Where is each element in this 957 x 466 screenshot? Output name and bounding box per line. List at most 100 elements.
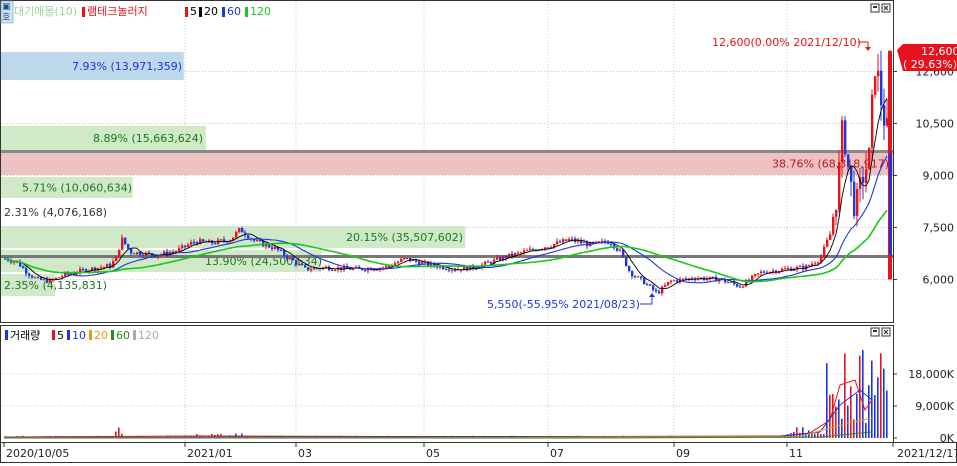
price-axis-label: 9,000 [923, 170, 955, 183]
legend-vol-ma60[interactable]: 60 [116, 329, 130, 342]
legend-vol-ma5[interactable]: 5 [57, 329, 64, 342]
candle-body [187, 244, 190, 247]
candle-body [46, 279, 49, 283]
candle-body [256, 239, 259, 241]
candle-body [286, 255, 289, 259]
candle-body [853, 181, 856, 216]
volume-profile-bar [1, 152, 893, 175]
legend-vol-ma10[interactable]: 10 [72, 329, 86, 342]
candle-body [28, 273, 31, 276]
candle-body [58, 277, 61, 279]
x-axis-label: 11 [789, 447, 803, 460]
current-price-box: 12,600 ( 29.63%) [897, 44, 957, 71]
legend-vol-ma120[interactable]: 120 [138, 329, 159, 342]
candle-body [787, 268, 790, 270]
price-axis-label: 10,500 [916, 118, 955, 131]
candle-body [850, 166, 853, 182]
candle-body [763, 271, 766, 273]
legend-ma20[interactable]: 20 [204, 5, 218, 18]
legend-ma60-marker [222, 7, 225, 17]
volume-bar [865, 422, 867, 438]
candle-body [499, 257, 502, 261]
candle-body [490, 262, 493, 264]
high-annotation: 12,600(0.00% 2021/12/10) [712, 36, 871, 51]
candle-body [829, 234, 832, 241]
high-label: 12,600(0.00% 2021/12/10) [712, 36, 861, 49]
volume-profile-label: 20.15% (35,507,602) [346, 231, 463, 244]
candle-body [397, 261, 400, 264]
candle-body [529, 248, 532, 251]
price-axis-label: 6,000 [923, 274, 955, 287]
candle-body [223, 239, 226, 242]
legend-ma5[interactable]: 5 [190, 5, 197, 18]
candle-body [271, 247, 274, 250]
candle-body [40, 277, 43, 280]
x-axis-label: 05 [426, 447, 440, 460]
candle-body [49, 279, 52, 283]
legend-volume-profile[interactable]: 대기매물(10) [14, 5, 77, 18]
volume-bar [829, 394, 831, 438]
candle-body [487, 261, 490, 263]
candle-body [313, 267, 316, 270]
current-price-value: 12,600 [921, 45, 957, 58]
candle-body [124, 237, 127, 245]
candle-body [751, 275, 754, 281]
x-axis-label: 03 [298, 447, 312, 460]
candle-body [100, 267, 103, 269]
legend-series-marker [82, 7, 85, 17]
volume-bar [802, 427, 804, 438]
candle-body [523, 250, 526, 253]
volume-bar [886, 390, 888, 438]
volume-profile-label: 2.31% (4,076,168) [4, 206, 107, 219]
x-axis-label: 2021/12/17 [897, 447, 957, 460]
candle-body [661, 286, 664, 294]
maximize-icon [873, 330, 877, 332]
legend-volume-name[interactable]: 거래량 [10, 329, 40, 342]
legend-ma60[interactable]: 60 [227, 5, 241, 18]
candle-body [865, 169, 868, 183]
candle-body [727, 282, 730, 284]
volume-axis-label: 9,000K [915, 400, 954, 413]
candle-body [139, 252, 142, 256]
candle-body [526, 250, 529, 252]
legend-ma5-marker [185, 7, 188, 17]
candle-body [511, 253, 514, 257]
candle-body [634, 276, 637, 278]
candle-body [142, 255, 145, 257]
candle-body [802, 265, 805, 270]
candle-body [649, 284, 652, 286]
current-price-change: ( 29.63%) [903, 58, 957, 71]
candle-body [406, 257, 409, 259]
candle-body [601, 240, 604, 242]
candle-body [673, 280, 676, 282]
candle-body [730, 282, 733, 284]
x-axis-label: 07 [550, 447, 564, 460]
candle-body [403, 257, 406, 260]
candle-body [856, 188, 859, 216]
stock-chart: 7.93% (13,971,359) 8.89% (15,663,624) 38.7… [0, 0, 957, 463]
candle-body [880, 70, 883, 106]
candle-body [325, 266, 328, 268]
candle-body [241, 228, 244, 233]
candle-body [181, 245, 184, 249]
candle-body [655, 289, 658, 292]
candle-body [445, 269, 448, 271]
candle-body [331, 270, 334, 272]
candle-body [145, 252, 148, 257]
candle-body [838, 161, 841, 210]
candle-body [712, 276, 715, 278]
candle-body [517, 252, 520, 254]
legend-stock-name[interactable]: 램테크놀러지 [87, 5, 148, 18]
candle-body [274, 246, 277, 250]
legend-ma120[interactable]: 120 [250, 5, 271, 18]
legend-vol-ma20[interactable]: 20 [94, 329, 108, 342]
candle-body [190, 242, 193, 245]
candle-body [841, 120, 844, 162]
candle-body [559, 241, 562, 243]
candle-body [520, 252, 523, 254]
candle-body [823, 246, 826, 257]
candle-body [844, 120, 847, 155]
candle-body [475, 268, 478, 270]
candle-body [121, 237, 124, 250]
candle-body [505, 256, 508, 258]
